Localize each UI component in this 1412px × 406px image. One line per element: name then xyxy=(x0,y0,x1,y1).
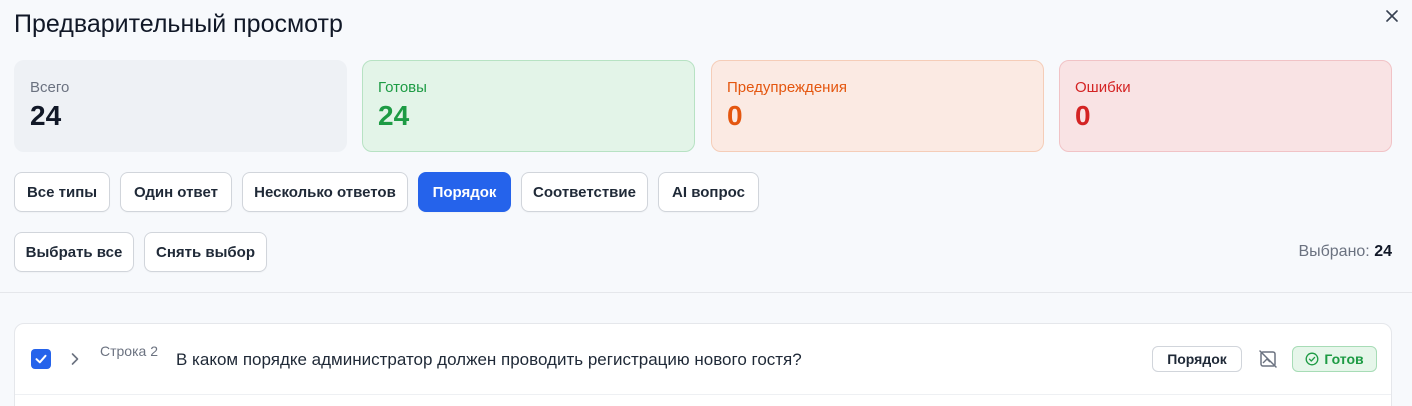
question-text: В каком порядке администратор должен про… xyxy=(176,350,802,369)
filter-matching[interactable]: Соответствие xyxy=(521,172,648,212)
stat-ready-label: Готовы xyxy=(378,79,427,96)
row-checkbox[interactable] xyxy=(31,349,51,369)
select-all-button[interactable]: Выбрать все xyxy=(14,232,134,272)
question-type-badge: Порядок xyxy=(1152,346,1242,372)
selected-count-value: 24 xyxy=(1374,243,1392,260)
stat-total-card: Всего 24 xyxy=(14,60,347,152)
filter-order[interactable]: Порядок xyxy=(418,172,511,212)
stat-errors-label: Ошибки xyxy=(1075,79,1131,96)
filter-all-types[interactable]: Все типы xyxy=(14,172,110,212)
stat-errors-card: Ошибки 0 xyxy=(1059,60,1392,152)
deselect-button[interactable]: Снять выбор xyxy=(144,232,267,272)
check-circle-icon xyxy=(1305,352,1319,366)
stat-ready-value: 24 xyxy=(378,100,410,131)
stat-warnings-value: 0 xyxy=(727,100,743,131)
stat-warnings-card: Предупреждения 0 xyxy=(711,60,1044,152)
status-badge: Готов xyxy=(1292,346,1377,372)
status-label: Готов xyxy=(1324,351,1364,367)
stat-total-value: 24 xyxy=(30,100,62,131)
row-divider xyxy=(15,394,1391,395)
divider xyxy=(0,292,1412,293)
close-button[interactable] xyxy=(1382,6,1402,26)
dialog-title: Предварительный просмотр xyxy=(14,10,343,38)
filter-ai-question[interactable]: AI вопрос xyxy=(658,172,759,212)
no-image-icon xyxy=(1258,349,1278,369)
filter-single-answer[interactable]: Один ответ xyxy=(120,172,232,212)
filter-multiple-answers[interactable]: Несколько ответов xyxy=(242,172,408,212)
check-icon xyxy=(35,354,47,364)
close-icon xyxy=(1386,10,1398,22)
stat-total-label: Всего xyxy=(30,79,70,96)
stat-errors-value: 0 xyxy=(1075,100,1091,131)
stats-panel: Всего 24 Готовы 24 Предупреждения 0 Ошиб… xyxy=(14,60,1392,152)
selected-count-label: Выбрано: xyxy=(1298,243,1370,260)
chevron-right-icon xyxy=(71,353,79,365)
stat-warnings-label: Предупреждения xyxy=(727,79,847,96)
row-number-label: Строка 2 xyxy=(100,343,158,359)
selected-count: Выбрано: 24 xyxy=(1298,243,1392,261)
stat-ready-card: Готовы 24 xyxy=(362,60,695,152)
question-row: Строка 2 В каком порядке администратор д… xyxy=(14,323,1392,406)
expand-button[interactable] xyxy=(68,350,82,368)
